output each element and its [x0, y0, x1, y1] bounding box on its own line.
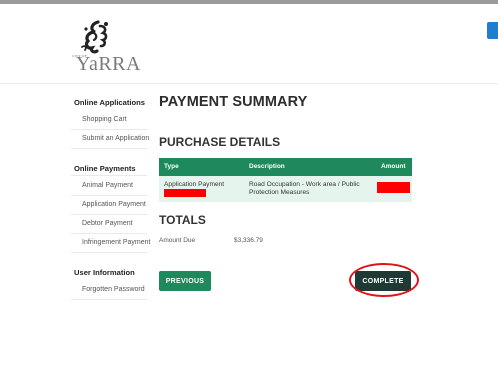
sidebar-heading-user-information: User Information: [74, 268, 135, 277]
sidebar-item-label: Infringement Payment: [82, 239, 151, 246]
sidebar-item-animal-payment[interactable]: Animal Payment: [71, 177, 147, 196]
logo-wordmark: YaRRA: [76, 53, 141, 75]
sidebar-item-infringement-payment[interactable]: Infringement Payment: [71, 234, 151, 253]
sidebar-item-label: Debtor Payment: [82, 220, 133, 227]
sidebar-item-debtor-payment[interactable]: Debtor Payment: [71, 215, 147, 234]
sidebar-heading-online-payments: Online Payments: [74, 164, 136, 173]
page-title: PAYMENT SUMMARY: [159, 94, 308, 110]
column-header-amount: Amount: [381, 163, 406, 170]
column-header-description: Description: [249, 163, 285, 170]
yarra-emblem-icon: [81, 20, 108, 54]
sidebar-item-label: Submit an Application: [82, 135, 150, 142]
header-action-button[interactable]: [487, 22, 498, 39]
city-logo[interactable]: CITY OF YaRRA: [72, 20, 142, 80]
sidebar-item-label: Shopping Cart: [82, 116, 127, 123]
sidebar-item-forgotten-password[interactable]: Forgotten Password: [71, 281, 147, 300]
sidebar-item-shopping-cart[interactable]: Shopping Cart: [71, 111, 147, 130]
sidebar-item-label: Animal Payment: [82, 182, 133, 189]
sidebar-item-application-payment[interactable]: Application Payment: [71, 196, 147, 215]
totals-title: TOTALS: [159, 213, 206, 227]
column-header-type: Type: [164, 163, 179, 170]
sidebar-item-label: Forgotten Password: [82, 286, 145, 293]
sidebar-divider: [71, 175, 147, 176]
redaction-box: [377, 182, 410, 193]
row-description: Road Occupation - Work area / Public Pro…: [249, 181, 360, 196]
header-divider: [0, 83, 498, 84]
top-bar: [0, 0, 498, 4]
redaction-box: [164, 189, 206, 197]
amount-due-label: Amount Due: [159, 237, 196, 244]
sidebar-heading-online-applications: Online Applications: [74, 98, 146, 107]
amount-due-value: $3,336.79: [234, 237, 263, 244]
previous-button[interactable]: PREVIOUS: [159, 271, 211, 291]
row-type: Application Payment: [164, 181, 225, 188]
sidebar-item-label: Application Payment: [82, 201, 146, 208]
sidebar-item-submit-application[interactable]: Submit an Application: [71, 130, 150, 149]
purchase-details-title: PURCHASE DETAILS: [159, 135, 281, 149]
complete-button[interactable]: COMPLETE: [355, 271, 411, 291]
table-header: Type Description Amount: [159, 158, 412, 176]
table-row: Application Payment Road Occupation - Wo…: [159, 176, 412, 202]
